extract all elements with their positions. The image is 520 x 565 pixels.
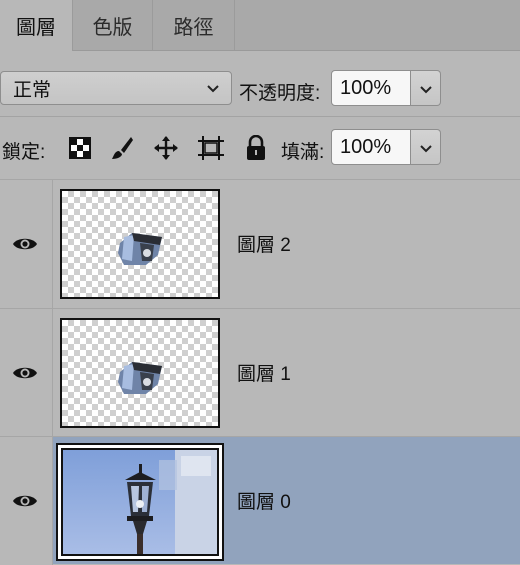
fill-dropdown-button[interactable] bbox=[411, 129, 441, 165]
opacity-label: 不透明度: bbox=[239, 83, 321, 104]
eye-icon bbox=[13, 367, 37, 379]
layer-thumbnail bbox=[56, 443, 224, 561]
tab-paths[interactable]: 路徑 bbox=[153, 0, 235, 50]
lamp-fragment-image bbox=[118, 233, 162, 265]
panel-tab-bar: 圖層 色版 路徑 bbox=[0, 0, 520, 51]
chevron-down-icon bbox=[420, 86, 432, 94]
layer-name[interactable]: 圖層 1 bbox=[237, 359, 291, 386]
lock-transparent-pixels-icon[interactable] bbox=[66, 134, 94, 162]
tab-channels[interactable]: 色版 bbox=[73, 0, 153, 50]
layers-panel: 圖層 色版 路徑 正常 不透明度: 100% 鎖定: 填滿: 100% 圖層 2… bbox=[0, 0, 520, 565]
layer-thumbnail bbox=[60, 318, 220, 428]
divider bbox=[0, 116, 520, 117]
lamp-fragment-image bbox=[118, 362, 162, 394]
lock-row: 鎖定: 填滿: 100% bbox=[0, 128, 520, 168]
eye-icon bbox=[13, 238, 37, 250]
chevron-down-icon bbox=[207, 85, 219, 93]
eye-icon bbox=[13, 495, 37, 507]
lock-position-icon[interactable] bbox=[152, 134, 180, 162]
blend-row: 正常 不透明度: 100% bbox=[0, 68, 520, 108]
chevron-down-icon bbox=[420, 145, 432, 153]
layer-row-selected[interactable]: 圖層 0 bbox=[0, 436, 520, 565]
fill-label: 填滿: bbox=[281, 142, 325, 163]
layer-name[interactable]: 圖層 0 bbox=[237, 487, 291, 514]
tab-layers[interactable]: 圖層 bbox=[0, 0, 73, 51]
lock-label: 鎖定: bbox=[2, 142, 46, 163]
layer-row[interactable]: 圖層 1 bbox=[0, 308, 520, 437]
layer-row[interactable]: 圖層 2 bbox=[0, 179, 520, 308]
lock-all-icon[interactable] bbox=[242, 134, 270, 162]
blend-mode-select[interactable]: 正常 bbox=[0, 71, 232, 105]
visibility-toggle[interactable] bbox=[0, 309, 53, 437]
blend-mode-value: 正常 bbox=[13, 79, 52, 101]
layer-thumbnail bbox=[60, 189, 220, 299]
fill-input[interactable]: 100% bbox=[331, 129, 411, 165]
lock-image-pixels-icon[interactable] bbox=[108, 134, 136, 162]
opacity-input[interactable]: 100% bbox=[331, 70, 411, 106]
visibility-toggle[interactable] bbox=[0, 180, 53, 308]
visibility-toggle[interactable] bbox=[0, 437, 53, 565]
layer-name[interactable]: 圖層 2 bbox=[237, 230, 291, 257]
opacity-dropdown-button[interactable] bbox=[411, 70, 441, 106]
lock-artboard-icon[interactable] bbox=[197, 134, 225, 162]
street-lamp-photo bbox=[63, 450, 217, 554]
